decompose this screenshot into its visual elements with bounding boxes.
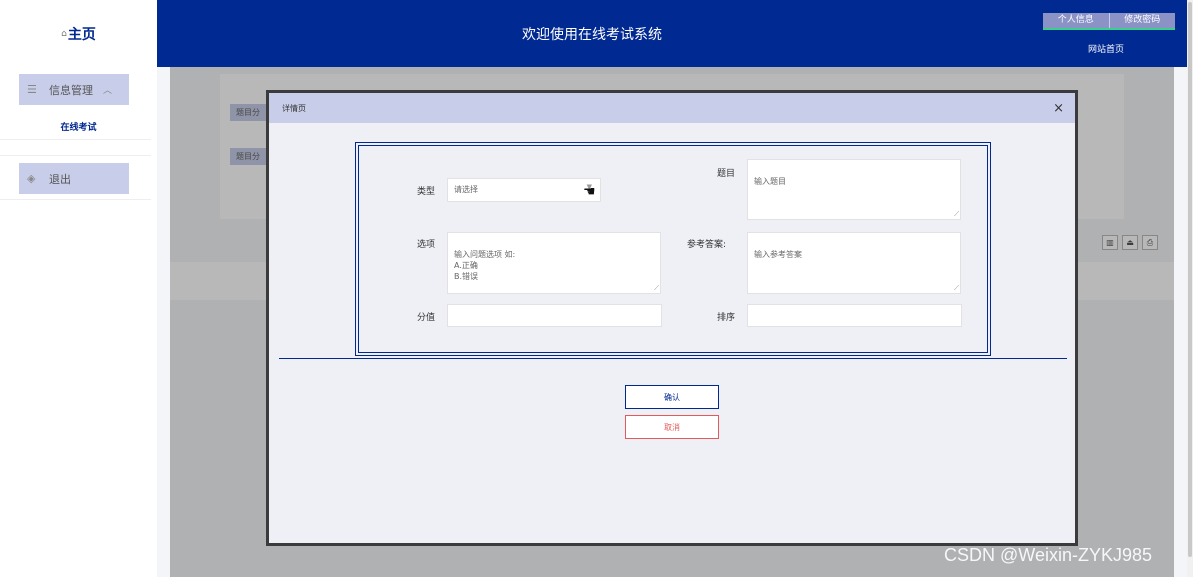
answer-textarea[interactable]: 输入参考答案 ⟋ (747, 232, 961, 294)
sidebar-item-logout[interactable]: ◈ 退出 (19, 163, 129, 194)
detail-dialog: 详情页 × 类型 请选择 ▼ ☚ 题目 输入题目 ⟋ 选项 输入问题选项 如: … (266, 90, 1078, 546)
sidebar-item-label: 退出 (49, 172, 71, 186)
type-select-placeholder: 请选择 (454, 185, 478, 194)
answer-placeholder: 输入参考答案 (754, 250, 802, 259)
chevron-up-icon: ︿ (103, 86, 113, 96)
options-placeholder: 输入问题选项 如: A.正确 B.错误 (454, 250, 516, 281)
change-password-link[interactable]: 修改密码 (1108, 13, 1176, 28)
home-icon: ⌂ (61, 28, 67, 39)
sidebar-item-label: 信息管理 (49, 83, 93, 97)
personal-info-link[interactable]: 个人信息 (1043, 13, 1109, 28)
cancel-button[interactable]: 取消 (625, 415, 719, 439)
type-select[interactable]: 请选择 ▼ (447, 178, 601, 202)
site-home-link[interactable]: 网站首页 (1043, 42, 1169, 55)
resize-grip-icon[interactable]: ⟋ (954, 285, 959, 292)
home-label: 主页 (67, 26, 96, 43)
divider (0, 155, 151, 156)
resize-grip-icon[interactable]: ⟋ (654, 285, 659, 292)
dialog-divider (279, 358, 1067, 359)
list-icon: ☰ (27, 83, 37, 96)
question-label: 题目 (717, 169, 736, 179)
sidebar-subitem-online-exam[interactable]: 在线考试 (0, 120, 157, 133)
user-links: 个人信息 修改密码 (1043, 13, 1175, 30)
watermark: CSDN @Weixin-ZYKJ985 (944, 545, 1152, 565)
confirm-button[interactable]: 确认 (625, 385, 719, 409)
detail-form: 类型 请选择 ▼ ☚ 题目 输入题目 ⟋ 选项 输入问题选项 如: A.正确 B… (355, 142, 991, 356)
score-input[interactable] (447, 304, 662, 327)
sidebar: ⌂ 主页 ☰ 信息管理 ︿ 在线考试 ◈ 退出 (0, 0, 157, 577)
divider (0, 139, 151, 140)
page-title: 欢迎使用在线考试系统 (522, 26, 662, 43)
divider (0, 199, 151, 200)
resize-grip-icon[interactable]: ⟋ (954, 211, 959, 218)
order-input[interactable] (747, 304, 962, 327)
options-textarea[interactable]: 输入问题选项 如: A.正确 B.错误 ⟋ (447, 232, 661, 294)
home-logo[interactable]: ⌂ 主页 (0, 0, 157, 67)
close-icon[interactable]: × (1053, 101, 1064, 116)
answer-label: 参考答案: (687, 240, 727, 250)
type-label: 类型 (417, 187, 436, 197)
options-label: 选项 (417, 240, 436, 250)
page-scrollbar[interactable] (1187, 0, 1193, 577)
hand-cursor-icon: ☚ (583, 184, 596, 200)
order-label: 排序 (717, 313, 736, 323)
scrollbar-thumb[interactable] (1188, 2, 1192, 557)
sidebar-item-info-management[interactable]: ☰ 信息管理 ︿ (19, 74, 129, 105)
layers-icon: ◈ (27, 172, 36, 185)
question-placeholder: 输入题目 (754, 177, 786, 186)
question-textarea[interactable]: 输入题目 ⟋ (747, 159, 961, 220)
dialog-title: 详情页 (282, 103, 306, 113)
dialog-header: 详情页 × (269, 93, 1075, 123)
score-label: 分值 (417, 313, 436, 323)
top-header: 欢迎使用在线考试系统 个人信息 修改密码 网站首页 (157, 0, 1187, 67)
